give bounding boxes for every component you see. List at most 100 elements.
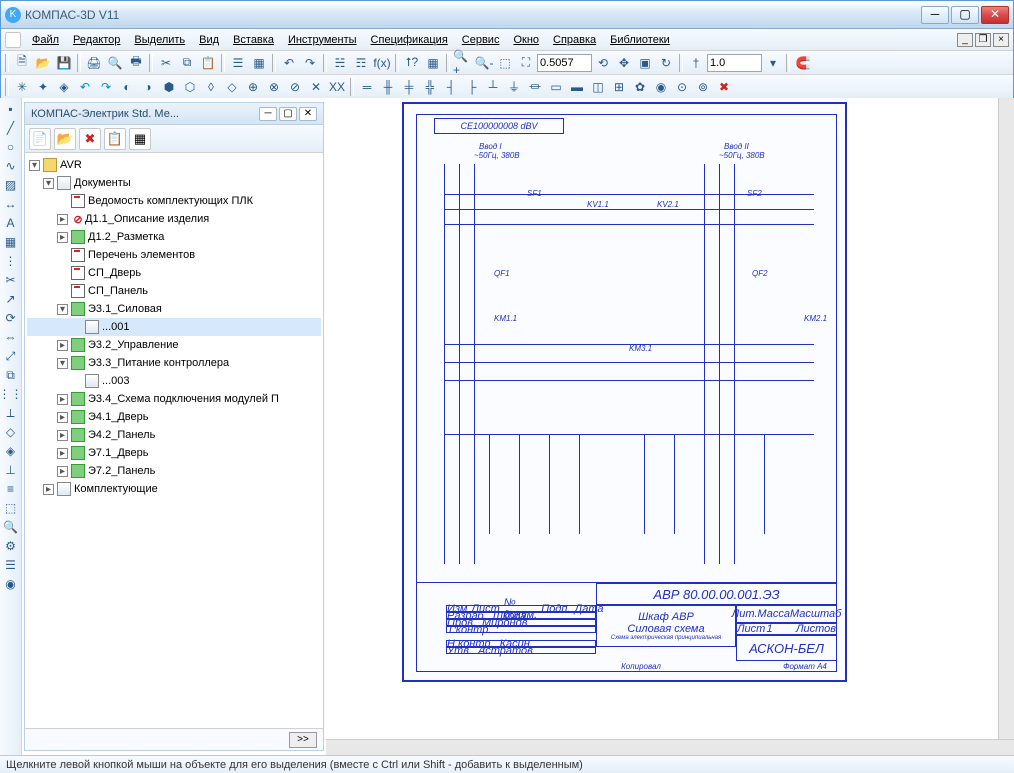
print-button[interactable]: 🖨 — [84, 53, 104, 73]
zoom-input[interactable] — [537, 54, 592, 72]
horizontal-scrollbar[interactable] — [326, 739, 1014, 755]
vt-hatch[interactable]: ▨ — [2, 176, 20, 194]
magnet-button[interactable]: 🧲 — [793, 53, 813, 73]
mdi-restore-button[interactable]: ❐ — [975, 33, 991, 47]
etool-31[interactable]: ⊚ — [693, 77, 713, 97]
etool-redo[interactable]: ↷ — [96, 77, 116, 97]
new-button[interactable]: 🗎 — [12, 53, 32, 73]
tree-item[interactable]: ▸Д1.2_Разметка — [27, 228, 321, 246]
zoom-all-button[interactable]: ▣ — [635, 53, 655, 73]
vt-curve[interactable]: ∿ — [2, 157, 20, 175]
redraw-button[interactable]: ↻ — [656, 53, 676, 73]
zoom-prev-button[interactable]: ⟲ — [593, 53, 613, 73]
tree-comp[interactable]: ▸ Комплектующие — [27, 480, 321, 498]
zoom-window-button[interactable]: ⬚ — [495, 53, 515, 73]
etool-7[interactable]: ⬡ — [180, 77, 200, 97]
mdi-minimize-button[interactable]: _ — [957, 33, 973, 47]
etool-14[interactable]: XX — [327, 77, 347, 97]
tree-item[interactable]: ▸Э4.1_Дверь — [27, 408, 321, 426]
panel-del-button[interactable]: ✖ — [79, 128, 101, 150]
vt-trim[interactable]: ✂ — [2, 271, 20, 289]
tree-item[interactable]: ▾Э3.3_Питание контроллера — [27, 354, 321, 372]
etool-29[interactable]: ◉ — [651, 77, 671, 97]
pan-button[interactable]: ✥ — [614, 53, 634, 73]
vertical-scrollbar[interactable] — [998, 98, 1014, 739]
vt-table[interactable]: ▦ — [2, 233, 20, 251]
minimize-button[interactable]: ─ — [921, 6, 949, 24]
etool-9[interactable]: ◇ — [222, 77, 242, 97]
etool-3[interactable]: ◈ — [54, 77, 74, 97]
vt-line[interactable]: ╱ — [2, 119, 20, 137]
vt-prop[interactable]: ⚙ — [2, 537, 20, 555]
cut-button[interactable]: ✂ — [156, 53, 176, 73]
vt-snap1[interactable]: ◇ — [2, 423, 20, 441]
tree-item[interactable]: ▾Э3.1_Силовая — [27, 300, 321, 318]
etool-28[interactable]: ✿ — [630, 77, 650, 97]
etool-30[interactable]: ⊙ — [672, 77, 692, 97]
panel-prop-button[interactable]: ▦ — [129, 128, 151, 150]
plotter-button[interactable]: 🖶 — [126, 53, 146, 73]
vt-view[interactable]: ⬚ — [2, 499, 20, 517]
etool-26[interactable]: ◫ — [588, 77, 608, 97]
panel-add-button[interactable]: 📋 — [104, 128, 126, 150]
etool-1[interactable]: ✳ — [12, 77, 32, 97]
vt-snap2[interactable]: ◈ — [2, 442, 20, 460]
drawing-canvas[interactable]: CE100000008 dBV Ввод I ~50Гц, 380В Ввод … — [326, 98, 1014, 755]
etool-5[interactable]: ◑ — [138, 77, 158, 97]
zoom-fit-button[interactable]: ⛶ — [516, 53, 536, 73]
tree-item[interactable]: ▸Э7.1_Дверь — [27, 444, 321, 462]
panel-close-button[interactable]: ✕ — [299, 107, 317, 121]
etool-undo[interactable]: ↶ — [75, 77, 95, 97]
etool-23[interactable]: ⏛ — [525, 77, 545, 97]
vt-mirror[interactable]: ⇔ — [2, 328, 20, 346]
tree-item[interactable]: Перечень элементов — [27, 246, 321, 264]
etool-13[interactable]: ✕ — [306, 77, 326, 97]
undo-button[interactable]: ↶ — [279, 53, 299, 73]
step-input[interactable] — [707, 54, 762, 72]
help-cursor-button[interactable]: ⭡? — [402, 53, 422, 73]
tree-item[interactable]: ...003 — [27, 372, 321, 390]
menu-view[interactable]: Вид — [192, 32, 226, 48]
menu-help[interactable]: Справка — [546, 32, 603, 48]
preview-button[interactable]: 🔍 — [105, 53, 125, 73]
zoom-in-button[interactable]: 🔍+ — [453, 53, 473, 73]
vt-rotate[interactable]: ⟳ — [2, 309, 20, 327]
tree-root[interactable]: ▾ AVR — [27, 156, 321, 174]
menu-select[interactable]: Выделить — [127, 32, 192, 48]
tree-item[interactable]: СП_Дверь — [27, 264, 321, 282]
copy-button[interactable]: ⧉ — [177, 53, 197, 73]
panel-minimize-button[interactable]: ─ — [259, 107, 277, 121]
vt-ortho[interactable]: ⊥ — [2, 461, 20, 479]
tree-item[interactable]: ▸Э7.2_Панель — [27, 462, 321, 480]
vt-array[interactable]: ⋮⋮ — [2, 385, 20, 403]
etool-6[interactable]: ⬢ — [159, 77, 179, 97]
vt-move[interactable]: ↗ — [2, 290, 20, 308]
etool-32[interactable]: ✖ — [714, 77, 734, 97]
etool-24[interactable]: ▭ — [546, 77, 566, 97]
etool-17[interactable]: ╪ — [399, 77, 419, 97]
project-tree[interactable]: ▾ AVR ▾ Документы Ведомость комплектующи… — [25, 153, 323, 728]
vt-zoom[interactable]: 🔍 — [2, 518, 20, 536]
etool-19[interactable]: ┤ — [441, 77, 461, 97]
menu-service[interactable]: Сервис — [455, 32, 507, 48]
tree-item[interactable]: СП_Панель — [27, 282, 321, 300]
etool-10[interactable]: ⊕ — [243, 77, 263, 97]
vt-meas[interactable]: ⟂ — [2, 404, 20, 422]
layers-button[interactable]: ▦ — [249, 53, 269, 73]
panel-open-button[interactable]: 📂 — [54, 128, 76, 150]
step-dropdown[interactable]: ▾ — [763, 53, 783, 73]
tree-item[interactable]: ▸Э3.2_Управление — [27, 336, 321, 354]
etool-21[interactable]: ┴ — [483, 77, 503, 97]
menu-editor[interactable]: Редактор — [66, 32, 127, 48]
vt-end[interactable]: ◉ — [2, 575, 20, 593]
menu-window[interactable]: Окно — [506, 32, 546, 48]
tree-item-selected[interactable]: ...001 — [27, 318, 321, 336]
panel-maximize-button[interactable]: ▢ — [279, 107, 297, 121]
maximize-button[interactable]: ▢ — [951, 6, 979, 24]
bom-button[interactable]: ☶ — [351, 53, 371, 73]
vt-text[interactable]: A — [2, 214, 20, 232]
spec-button[interactable]: ☵ — [330, 53, 350, 73]
vt-circle[interactable]: ○ — [2, 138, 20, 156]
paste-button[interactable]: 📋 — [198, 53, 218, 73]
save-button[interactable]: 💾 — [54, 53, 74, 73]
